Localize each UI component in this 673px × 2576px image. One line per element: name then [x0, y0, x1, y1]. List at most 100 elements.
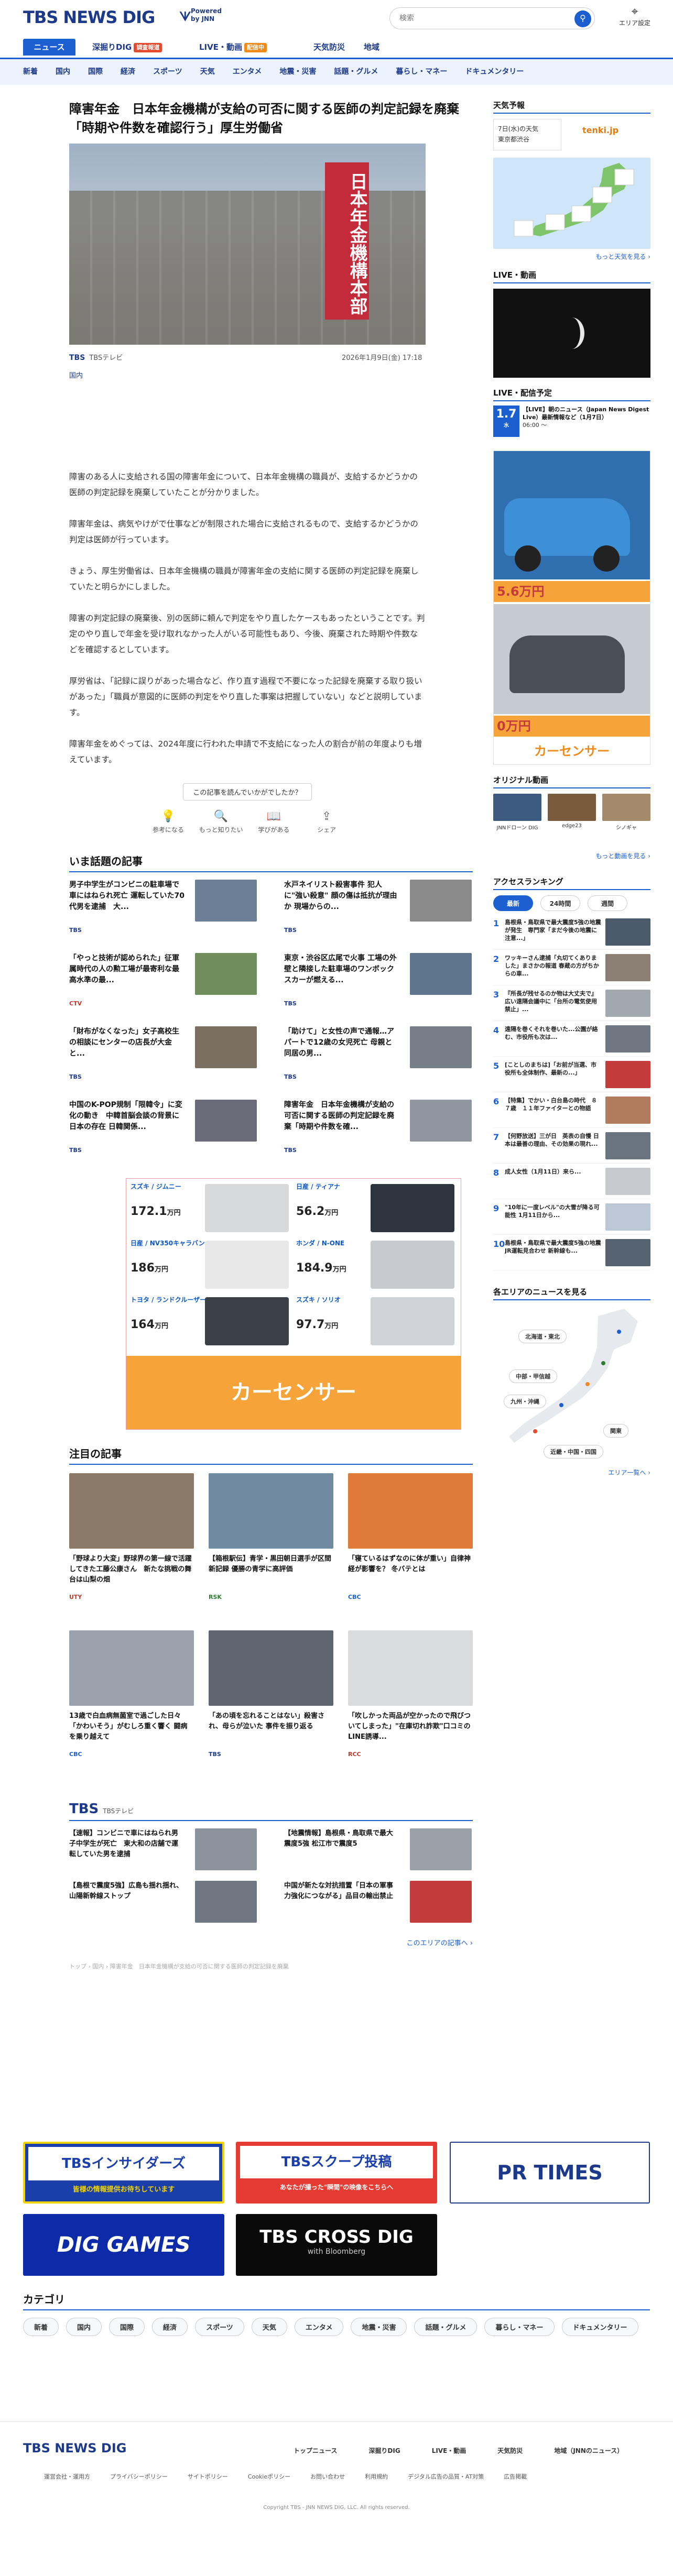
ad-carsensor[interactable]: スズキ / ジムニー 172.1万円 日産 / ティアナ 56.2万円 日産 / NV3…: [126, 1178, 461, 1430]
ranking-item[interactable]: 9 "10年に一度レベル"の大雪が降る可能性 1月11日から...: [493, 1199, 650, 1235]
ranking-item[interactable]: 8 成人女性（1月11日）来ら...: [493, 1164, 650, 1199]
trending-item[interactable]: 「やっと技術が認められた」征軍属時代の人の勲工場が最寄利な最高水準の最... CT…: [69, 953, 258, 1026]
featured-item[interactable]: 【箱根駅伝】青学・黒田朝日選手が区間新記録 優勝の青学に高評価 RSK: [209, 1473, 333, 1630]
reaction-more-button[interactable]: 🔍 もっと知りたい: [196, 810, 246, 834]
local-item[interactable]: 【速報】コンビニで車にはねられ男子中学生が死亡 東大和の店舗で運転していた男を逮…: [69, 1828, 258, 1881]
category-pill[interactable]: 新着: [23, 2318, 59, 2336]
cat-nav-item[interactable]: 地震・災害: [279, 59, 316, 84]
site-logo[interactable]: TBS NEWS DIG: [23, 7, 155, 27]
nav-news[interactable]: ニュース: [23, 39, 75, 56]
banner-scoop[interactable]: TBSスクープ投稿 あなたが撮った"瞬間"の映像をこちらへ: [236, 2142, 437, 2204]
footer-logo[interactable]: TBS NEWS DIG: [23, 2441, 126, 2456]
ad-listing[interactable]: スズキ / ジムニー 172.1万円: [131, 1182, 292, 1237]
ranking-item[interactable]: 1 島根県・鳥取県で最大震度5強の地震が発生 専門家「まだ今後の地震に注意...」: [493, 914, 650, 950]
category-pill[interactable]: 地震・災害: [351, 2318, 407, 2336]
ad-listing[interactable]: トヨタ / ランドクルーザー 164万円: [131, 1295, 292, 1351]
trending-item[interactable]: 中国のK-POP規制「限韓令」に変化の動き 中韓首脳会談の背景に日本の存在 日韓…: [69, 1100, 258, 1173]
area-pill-kinki[interactable]: 近畿・中国・四国: [544, 1445, 603, 1459]
original-video-item[interactable]: シノギャ: [602, 794, 650, 831]
footer-policy-link[interactable]: お問い合わせ: [310, 2473, 345, 2480]
nav-weather[interactable]: 天気防災: [313, 39, 345, 56]
original-videos-more-link[interactable]: もっと動画を見る ›: [493, 851, 650, 860]
cat-nav-item[interactable]: 経済: [121, 59, 135, 84]
cat-nav-item[interactable]: スポーツ: [153, 59, 182, 84]
original-video-item[interactable]: edge23: [548, 794, 596, 829]
category-pill[interactable]: 天気: [251, 2318, 287, 2336]
category-pill[interactable]: ドキュメンタリー: [561, 2318, 638, 2336]
banner-prtimes[interactable]: PR TIMES: [450, 2142, 650, 2204]
ad-listing[interactable]: 日産 / ティアナ 56.2万円: [296, 1182, 458, 1237]
footer-nav-link[interactable]: 地域（JNNのニュース）: [554, 2447, 623, 2454]
ranking-tab[interactable]: 週間: [588, 895, 627, 911]
area-pill-chubu[interactable]: 中部・甲信越: [509, 1369, 557, 1383]
ranking-item[interactable]: 6 【特集】でかい・白台島の時代 ８７歳 １１年ファイターとの物語: [493, 1092, 650, 1128]
live-player[interactable]: [493, 289, 650, 378]
trending-item[interactable]: 東京・渋谷区広尾で火事 工場の外壁と隣接した駐車場のワンボックスカーが燃える..…: [284, 953, 473, 1026]
live-schedule-item[interactable]: 1.7 水 【LIVE】朝のニュース（Japan News Digest Live…: [493, 405, 650, 447]
footer-policy-link[interactable]: プライバシーポリシー: [110, 2473, 168, 2480]
cat-nav-item[interactable]: エンタメ: [233, 59, 262, 84]
footer-policy-link[interactable]: サイトポリシー: [188, 2473, 228, 2480]
ad-listing[interactable]: スズキ / ソリオ 97.7万円: [296, 1295, 458, 1351]
article-tag[interactable]: 国内: [69, 370, 473, 380]
ranking-item[interactable]: 3 『所長が残せるのか物は大丈夫で』広い遠隔会議中に「台所の電気使用禁止」...: [493, 985, 650, 1021]
nav-live[interactable]: LIVE・動画 配信中: [199, 39, 267, 56]
area-settings-button[interactable]: ⌖ エリア設定: [614, 5, 656, 27]
weather-more-link[interactable]: もっと天気を見る ›: [493, 252, 650, 261]
trending-item[interactable]: 男子中学生がコンビニの駐車場で車にはねられ死亡 運転していた70代男を逮捕 大.…: [69, 880, 258, 953]
ranking-item[interactable]: 5 [ことしのまちは]「お前が当選、市役所も全体制作、最新の...」: [493, 1057, 650, 1092]
breadcrumb[interactable]: トップ › 国内 › 障害年金 日本年金機構が支給の可否に関する医師の判定記録を…: [69, 1962, 473, 1970]
category-pill[interactable]: 経済: [152, 2318, 188, 2336]
footer-nav-link[interactable]: トップニュース: [294, 2447, 337, 2454]
category-pill[interactable]: 話題・グルメ: [414, 2318, 477, 2336]
search-icon[interactable]: ⚲: [574, 10, 591, 27]
reaction-helpful-button[interactable]: 💡 参考になる: [143, 810, 193, 834]
ranking-item[interactable]: 7 【何野放送】三が日 英表の自慢 日本は最善の理由、その効果の現れ...: [493, 1128, 650, 1164]
sidebar-ad-carsensor[interactable]: 5.6万円 0万円 カーセンサー: [493, 451, 650, 765]
featured-item[interactable]: 「あの頃を忘れることはない」殺害され、母らが泣いた 事件を振り返る TBS: [209, 1630, 333, 1788]
weather-map[interactable]: [493, 158, 650, 249]
area-pill-kanto[interactable]: 関東: [603, 1424, 628, 1438]
nav-region[interactable]: 地域: [364, 39, 379, 56]
category-pill[interactable]: 国際: [109, 2318, 145, 2336]
area-pill-hokkaido-tohoku[interactable]: 北海道・東北: [518, 1330, 567, 1343]
cat-nav-item[interactable]: 国際: [88, 59, 103, 84]
cat-nav-item[interactable]: ドキュメンタリー: [465, 59, 524, 84]
search-input[interactable]: [399, 8, 557, 29]
category-pill[interactable]: 国内: [66, 2318, 102, 2336]
local-more-link[interactable]: このエリアの記事へ ›: [69, 1933, 473, 1947]
ranking-tab[interactable]: 24時間: [540, 895, 580, 911]
footer-policy-link[interactable]: 運営会社・運用方: [44, 2473, 90, 2480]
featured-item[interactable]: 「吹しかった両品が空かったので飛びついてしまった」"在庫切れ詐欺"口コミのLIN…: [348, 1630, 473, 1788]
ad-listing[interactable]: 日産 / NV350キャラバン 186万円: [131, 1238, 292, 1294]
area-map[interactable]: 北海道・東北 中部・甲信越 九州・沖縄 関東 近畿・中国・四国: [493, 1306, 650, 1468]
footer-policy-link[interactable]: 利用規約: [365, 2473, 388, 2480]
ranking-item[interactable]: 4 遠隔を巻くそれを巻いた...公園が絡む、市役所も次は...: [493, 1021, 650, 1057]
local-item[interactable]: 【島根で震度5強】広島も揺れ揺れ、山陽新幹線ストップ: [69, 1881, 258, 1933]
banner-tbs-insiders[interactable]: TBSインサイダーズ 皆様の情報提供お待ちしています: [23, 2142, 224, 2204]
category-pill[interactable]: 暮らし・マネー: [484, 2318, 555, 2336]
trending-item[interactable]: 「助けて」と女性の声で通報…アパートで12歳の女児死亡 母親と同居の男... TB…: [284, 1026, 473, 1100]
nav-fukabori[interactable]: 深掘りDIG 調査報道: [92, 39, 162, 56]
trending-item[interactable]: 水戸ネイリスト殺害事件 犯人に"強い殺意" 顔の傷は抵抗が理由か 現場からの..…: [284, 880, 473, 953]
cat-nav-item[interactable]: 国内: [56, 59, 70, 84]
footer-nav-link[interactable]: 深掘りDIG: [368, 2447, 400, 2454]
footer-policy-link[interactable]: Cookieポリシー: [248, 2473, 290, 2480]
ad-listing[interactable]: ホンダ / N-ONE 184.9万円: [296, 1238, 458, 1294]
original-video-item[interactable]: JNNドローン DIG: [493, 794, 541, 831]
area-pill-kyushu[interactable]: 九州・沖縄: [504, 1395, 546, 1408]
weather-location[interactable]: 7日(水)の天気 東京都渋谷: [493, 119, 561, 150]
reaction-learn-button[interactable]: 📖 学びがある: [248, 810, 299, 834]
footer-nav-link[interactable]: 天気防災: [497, 2447, 523, 2454]
category-pill[interactable]: エンタメ: [294, 2318, 344, 2336]
local-item[interactable]: 中国が新たな対抗措置「日本の軍事力強化につながる」品目の輸出禁止: [284, 1881, 473, 1933]
footer-policy-link[interactable]: デジタル広告の品質・AT対策: [408, 2473, 484, 2480]
footer-nav-link[interactable]: LIVE・動画: [432, 2447, 466, 2454]
banner-dig-games[interactable]: DIG GAMES: [23, 2214, 224, 2276]
trending-item[interactable]: 障害年金 日本年金機構が支給の可否に関する医師の判定記録を廃棄「時期や件数を確.…: [284, 1100, 473, 1173]
cat-nav-item[interactable]: 天気: [200, 59, 215, 84]
cat-nav-item[interactable]: 話題・グルメ: [334, 59, 378, 84]
ranking-tab[interactable]: 最新: [493, 895, 533, 911]
ranking-item[interactable]: 2 ワッキーさん逮捕「丸切てくありました」まさかの報道 春蔵の方がちからの車...: [493, 950, 650, 985]
local-item[interactable]: 【地震情報】島根県・鳥取県で最大震度5強 松江市で震度5: [284, 1828, 473, 1881]
